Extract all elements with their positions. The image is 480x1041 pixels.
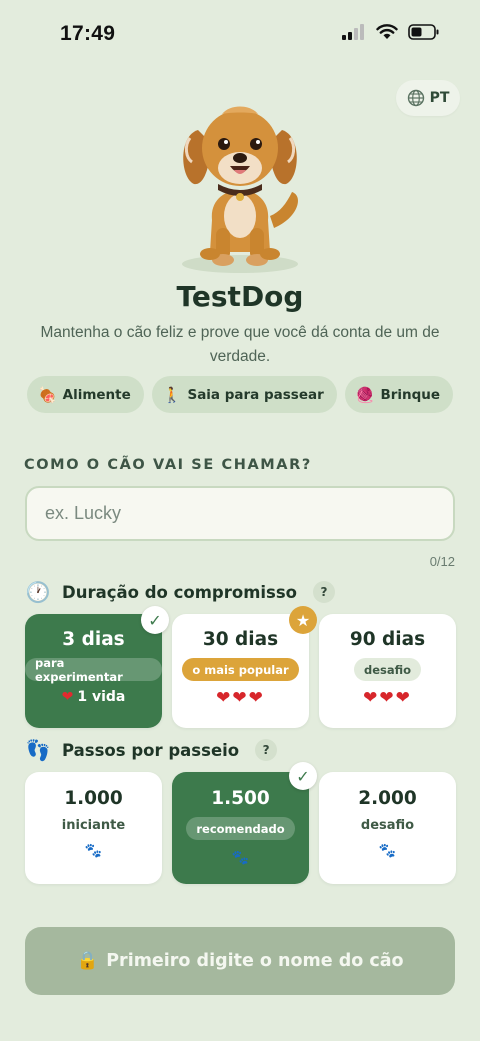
chip-play: 🧶 Brinque [344,376,454,413]
battery-icon [408,24,439,40]
steps-option-1000[interactable]: 1.000 iniciante 🐾 [25,772,162,884]
paw-icon: 🐾 [378,843,397,859]
star-icon: ★ [289,606,317,634]
chip-feed: 🍖 Alimente [26,376,144,413]
footprints-icon: 👣 [25,738,51,762]
duration-option-title: 30 dias [202,629,279,650]
steps-option-1500[interactable]: 1.500 recomendado 🐾 [172,772,309,884]
steps-option-label: desafio [360,818,415,833]
chip-walk: 🚶 Saia para passear [151,376,337,413]
start-button[interactable]: 🔒 Primeiro digite o nome do cão [25,927,455,995]
language-label: PT [429,90,450,106]
steps-help-button[interactable]: ? [255,739,278,761]
app-title: TestDog [176,280,304,313]
duration-heading-text: Duração do compromisso [62,582,298,602]
status-time: 17:49 [60,22,116,45]
duration-heading: 🕐 Duração do compromisso ? [24,580,336,604]
duration-option-tag: o mais popular [182,658,299,681]
paw-icon: 🐾 [84,843,103,859]
status-icons [342,24,440,40]
dog-illustration [182,106,298,273]
chip-label: Alimente [62,386,131,403]
globe-icon [407,89,424,107]
duration-option-tag: para experimentar [25,656,162,684]
chip-label: Saia para passear [187,386,324,403]
steps-option-value: 2.000 [358,788,417,809]
duration-option-30-days[interactable]: 30 dias o mais popular ❤❤❤ [172,614,309,728]
steps-option-label: recomendado [186,817,295,840]
lives-label: 1 vida [77,689,126,705]
clock-icon: 🕐 [25,580,51,604]
duration-option-tag: desafio [353,658,422,681]
wifi-icon [376,24,398,39]
app-subtitle: Mantenha o cão feliz e prove que você dá… [40,324,440,365]
start-button-label: Primeiro digite o nome do cão [106,951,404,971]
meat-icon: 🍖 [37,385,57,404]
walking-icon: 🚶 [162,385,182,404]
chip-label: Brinque [380,386,441,403]
steps-heading: 👣 Passos por passeio ? [24,738,278,762]
feature-chips: 🍖 Alimente 🚶 Saia para passear 🧶 Brinque [0,376,480,413]
lives-indicator: ❤ 1 vida [62,689,126,705]
signal-icon [342,24,364,40]
steps-option-label: iniciante [61,818,126,833]
lock-icon: 🔒 [76,951,99,971]
duration-help-button[interactable]: ? [313,581,336,603]
hearts-icon: ❤❤❤ [363,688,412,708]
duration-option-title: 3 dias [62,629,125,650]
duration-option-title: 90 dias [349,629,426,650]
check-icon: ✓ [289,762,317,790]
status-bar: 17:49 [0,0,480,70]
heart-icon: ❤ [61,689,74,705]
steps-heading-text: Passos por passeio [62,740,240,760]
check-icon: ✓ [141,606,169,634]
duration-option-90-days[interactable]: 90 dias desafio ❤❤❤ [319,614,456,728]
paw-icon: 🐾 [231,850,250,866]
duration-option-3-days[interactable]: 3 dias para experimentar ❤ 1 vida [25,614,162,728]
hearts-icon: ❤❤❤ [216,688,265,708]
steps-option-value: 1.500 [211,788,270,809]
char-counter: 0/12 [429,554,455,569]
language-button[interactable]: PT [396,80,460,116]
steps-option-2000[interactable]: 2.000 desafio 🐾 [319,772,456,884]
name-section-label: COMO O CÃO VAI SE CHAMAR? [24,457,312,473]
yarn-icon: 🧶 [355,385,375,404]
steps-option-value: 1.000 [64,788,123,809]
dog-name-input[interactable] [25,486,455,541]
